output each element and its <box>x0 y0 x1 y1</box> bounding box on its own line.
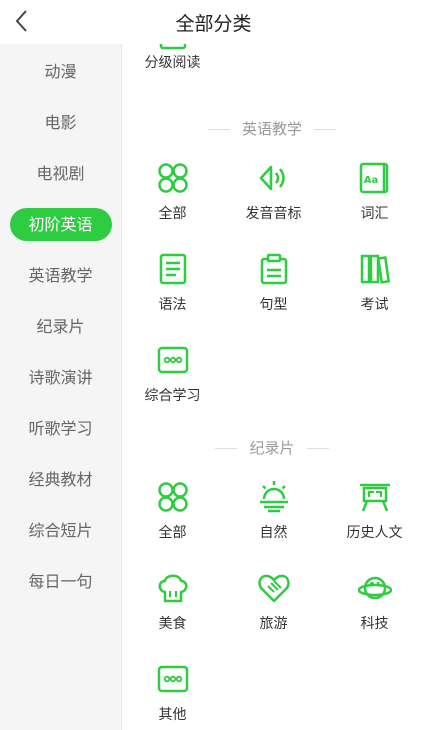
category-grammar[interactable]: 语法 <box>122 252 223 332</box>
category-label: 综合学习 <box>144 388 201 404</box>
chef-hat-icon <box>158 574 188 603</box>
notebook-icon <box>159 253 187 285</box>
category-general-study[interactable]: 综合学习 <box>122 343 223 423</box>
sidebar-item-label: 综合短片 <box>28 521 93 540</box>
category-content: 分级阅读 英语教学 全部 发音音标 Aa 词汇 语法 句型 考试 综合学习 纪录… <box>122 44 427 730</box>
category-pronunciation[interactable]: 发音音标 <box>223 161 324 241</box>
sidebar-item-label: 电视剧 <box>36 164 85 183</box>
dictionary-icon: Aa <box>359 162 389 194</box>
category-nature[interactable]: 自然 <box>223 480 324 560</box>
section-title-english-teaching: 英语教学 <box>122 118 422 138</box>
sidebar-item-short-clips[interactable]: 综合短片 <box>0 513 121 549</box>
category-label: 全部 <box>158 206 187 222</box>
svg-text:Aa: Aa <box>364 175 379 186</box>
category-vocabulary[interactable]: Aa 词汇 <box>324 161 425 241</box>
clipboard-icon <box>260 253 288 285</box>
category-history-culture[interactable]: 历史人文 <box>324 480 425 560</box>
category-label: 科技 <box>360 616 389 632</box>
category-label: 旅游 <box>259 616 288 632</box>
more-icon <box>157 665 189 693</box>
sidebar-item-label: 电影 <box>44 113 77 132</box>
sidebar-item-daily-sentence[interactable]: 每日一句 <box>0 564 121 600</box>
planet-icon <box>358 576 392 600</box>
section-title-documentary: 纪录片 <box>122 437 422 457</box>
sidebar-item-movie[interactable]: 电影 <box>0 105 121 141</box>
category-label: 自然 <box>259 525 288 541</box>
category-label: 全部 <box>158 525 187 541</box>
sidebar-item-label: 纪录片 <box>36 317 85 336</box>
category-sentence-patterns[interactable]: 句型 <box>223 252 324 332</box>
category-technology[interactable]: 科技 <box>324 571 425 651</box>
sidebar-item-label: 经典教材 <box>28 470 93 489</box>
books-icon <box>360 254 391 284</box>
sunrise-icon <box>260 481 288 513</box>
sidebar-item-label: 英语教学 <box>28 266 93 285</box>
monument-icon <box>360 483 390 512</box>
category-exams[interactable]: 考试 <box>324 252 425 332</box>
sidebar-item-label: 动漫 <box>44 62 77 81</box>
category-label: 美食 <box>158 616 187 632</box>
sidebar-item-english-teaching[interactable]: 英语教学 <box>0 258 121 294</box>
handshake-heart-icon <box>258 574 290 603</box>
category-label: 句型 <box>259 297 288 313</box>
category-travel[interactable]: 旅游 <box>223 571 324 651</box>
category-label: 考试 <box>360 297 389 313</box>
category-food[interactable]: 美食 <box>122 571 223 651</box>
sidebar-item-anime[interactable]: 动漫 <box>0 54 121 90</box>
sidebar-item-beginner-english[interactable]: 初阶英语 <box>0 207 121 243</box>
more-icon <box>157 346 189 374</box>
category-graded-reading[interactable]: 分级阅读 <box>122 44 223 112</box>
category-label: 历史人文 <box>346 525 403 541</box>
category-label: 其他 <box>158 707 187 723</box>
category-label: 分级阅读 <box>144 55 201 71</box>
category-sidebar: 动漫 电影 电视剧 初阶英语 英语教学 纪录片 诗歌演讲 听歌学习 经典教材 综… <box>0 44 122 730</box>
category-other[interactable]: 其他 <box>122 662 223 730</box>
grid-icon <box>158 163 188 193</box>
sidebar-item-song-learning[interactable]: 听歌学习 <box>0 411 121 447</box>
grid-icon <box>158 482 188 512</box>
category-all[interactable]: 全部 <box>122 480 223 560</box>
sidebar-item-poetry-speech[interactable]: 诗歌演讲 <box>0 360 121 396</box>
category-label: 词汇 <box>360 206 389 222</box>
sidebar-item-label: 听歌学习 <box>28 419 93 438</box>
sidebar-item-label: 每日一句 <box>28 572 93 591</box>
sidebar-item-classic-textbook[interactable]: 经典教材 <box>0 462 121 498</box>
category-label: 发音音标 <box>245 206 302 222</box>
page-title: 全部分类 <box>175 13 252 35</box>
category-all[interactable]: 全部 <box>122 161 223 241</box>
sidebar-item-label: 诗歌演讲 <box>28 368 93 387</box>
sidebar-item-tv-series[interactable]: 电视剧 <box>0 156 121 192</box>
header-bar: 全部分类 <box>0 0 427 44</box>
category-label: 语法 <box>158 297 187 313</box>
sidebar-item-documentary[interactable]: 纪录片 <box>0 309 121 345</box>
speaker-icon <box>259 165 285 191</box>
sidebar-item-label: 初阶英语 <box>9 208 112 241</box>
